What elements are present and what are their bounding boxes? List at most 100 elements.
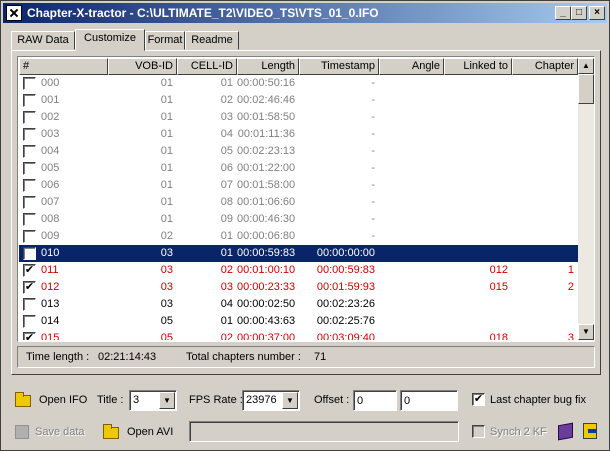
row-checkbox[interactable]: [23, 94, 36, 107]
cell-linked-to: [444, 296, 508, 313]
table-row[interactable]: 007 01 08 00:01:06:60 -: [19, 194, 578, 211]
row-checkbox[interactable]: [23, 128, 36, 141]
exit-door-icon[interactable]: [583, 423, 597, 439]
col-header-length[interactable]: Length: [237, 58, 299, 75]
vertical-scrollbar[interactable]: ▲ ▼: [578, 58, 594, 340]
col-header-vob-id[interactable]: VOB-ID: [108, 58, 177, 75]
total-chapters-value: 71: [314, 351, 327, 363]
save-data-button[interactable]: Save data: [35, 426, 85, 438]
table-row[interactable]: ✔ 015 05 02 00:00:37:00 00:03:09:40 018 3: [19, 330, 578, 340]
cell-number: 013: [41, 298, 60, 310]
offset-input-2[interactable]: [400, 390, 458, 411]
cell-length: 00:00:37:00: [237, 332, 296, 340]
tab-format[interactable]: Format: [145, 31, 185, 50]
tab-readme[interactable]: Readme: [185, 31, 239, 50]
row-checkbox[interactable]: [23, 179, 36, 192]
cell-linked-to: 012: [489, 264, 508, 276]
title-bar[interactable]: Chapter-X-tractor - C:\ULTIMATE_T2\VIDEO…: [3, 3, 607, 23]
cell-linked-to: [444, 75, 508, 92]
cell-vob-id: 05: [160, 332, 173, 340]
offset-input-1[interactable]: [353, 390, 397, 411]
table-row[interactable]: 003 01 04 00:01:11:36 -: [19, 126, 578, 143]
table-row[interactable]: 006 01 07 00:01:58:00 -: [19, 177, 578, 194]
table-row[interactable]: 014 05 01 00:00:43:63 00:02:25:76: [19, 313, 578, 330]
book-icon[interactable]: [558, 422, 573, 441]
last-chapter-bug-fix-checkbox[interactable]: ✔: [472, 393, 485, 406]
col-header-angle[interactable]: Angle: [379, 58, 444, 75]
table-row[interactable]: 002 01 03 00:01:58:50 -: [19, 109, 578, 126]
tab-raw-data[interactable]: RAW Data: [11, 31, 75, 50]
cell-chapter: [512, 177, 574, 194]
row-checkbox[interactable]: [23, 247, 36, 260]
table-row[interactable]: 005 01 06 00:01:22:00 -: [19, 160, 578, 177]
col-header-timestamp[interactable]: Timestamp: [299, 58, 379, 75]
table-row[interactable]: ✔ 012 03 03 00:00:23:33 00:01:59:93 015 2: [19, 279, 578, 296]
row-checkbox[interactable]: [23, 162, 36, 175]
row-checkbox[interactable]: [23, 145, 36, 158]
col-header-cell-id[interactable]: CELL-ID: [177, 58, 237, 75]
title-select[interactable]: 3 ▼: [129, 390, 177, 411]
chevron-down-icon[interactable]: ▼: [159, 392, 175, 409]
cell-linked-to: [444, 194, 508, 211]
save-disk-icon[interactable]: [15, 425, 29, 439]
table-row[interactable]: 001 01 02 00:02:46:46 -: [19, 92, 578, 109]
app-icon[interactable]: [6, 5, 22, 21]
cell-length: 00:00:59:83: [237, 247, 296, 259]
row-checkbox[interactable]: [23, 77, 36, 90]
synch-2-kf-checkbox[interactable]: [472, 425, 485, 438]
cell-length: 00:01:58:50: [237, 111, 296, 123]
open-folder-icon[interactable]: [15, 392, 31, 407]
cell-linked-to: 015: [489, 281, 508, 293]
cell-list[interactable]: # VOB-ID CELL-ID Length Timestamp Angle …: [17, 56, 595, 342]
open-avi-folder-icon[interactable]: [103, 424, 119, 439]
scroll-thumb[interactable]: [578, 74, 594, 104]
cell-chapter: [512, 296, 574, 313]
cell-length: 00:02:46:46: [237, 94, 296, 106]
cell-number: 000: [41, 77, 60, 89]
open-ifo-button[interactable]: Open IFO: [39, 394, 87, 406]
last-chapter-bug-fix-label[interactable]: Last chapter bug fix: [490, 394, 586, 406]
row-checkbox[interactable]: ✔: [23, 264, 36, 277]
table-row[interactable]: 009 02 01 00:00:06:80 -: [19, 228, 578, 245]
cell-timestamp: 00:00:59:83: [316, 264, 375, 276]
table-row[interactable]: 013 03 04 00:00:02:50 00:02:23:26: [19, 296, 578, 313]
chevron-down-icon[interactable]: ▼: [282, 392, 298, 409]
table-row[interactable]: 000 01 01 00:00:50:16 -: [19, 75, 578, 92]
synch-2-kf-label[interactable]: Synch 2 KF: [490, 426, 547, 438]
fps-rate-select[interactable]: 23976 ▼: [242, 390, 300, 411]
col-header-linked-to[interactable]: Linked to: [444, 58, 512, 75]
row-checkbox[interactable]: ✔: [23, 332, 36, 340]
row-checkbox[interactable]: [23, 213, 36, 226]
row-checkbox[interactable]: [23, 298, 36, 311]
cell-cell-id: 06: [220, 162, 233, 174]
row-checkbox[interactable]: [23, 111, 36, 124]
cell-timestamp: -: [371, 111, 375, 123]
cell-angle: [379, 211, 440, 228]
row-checkbox[interactable]: [23, 196, 36, 209]
scroll-down-button[interactable]: ▼: [578, 324, 594, 340]
col-header-chapter[interactable]: Chapter: [512, 58, 578, 75]
open-avi-button[interactable]: Open AVI: [127, 426, 173, 438]
cell-angle: [379, 160, 440, 177]
cell-chapter: [512, 245, 574, 262]
cell-timestamp: 00:03:09:40: [316, 332, 375, 340]
table-row[interactable]: 010 03 01 00:00:59:83 00:00:00:00: [19, 245, 578, 262]
close-button[interactable]: ×: [589, 6, 605, 20]
cell-chapter: [512, 126, 574, 143]
cell-cell-id: 02: [220, 332, 233, 340]
row-checkbox[interactable]: [23, 230, 36, 243]
table-row[interactable]: 008 01 09 00:00:46:30 -: [19, 211, 578, 228]
table-row[interactable]: 004 01 05 00:02:23:13 -: [19, 143, 578, 160]
scroll-up-button[interactable]: ▲: [578, 58, 594, 74]
tab-customize[interactable]: Customize: [75, 29, 145, 51]
minimize-button[interactable]: _: [555, 6, 571, 20]
row-checkbox[interactable]: [23, 315, 36, 328]
avi-path-field[interactable]: [189, 421, 459, 442]
cell-list-viewport: # VOB-ID CELL-ID Length Timestamp Angle …: [19, 58, 578, 340]
cell-number: 011: [41, 264, 59, 276]
time-length-value: 02:21:14:43: [98, 351, 157, 363]
maximize-button[interactable]: □: [571, 6, 587, 20]
col-header-number[interactable]: #: [19, 58, 108, 75]
table-row[interactable]: ✔ 011 03 02 00:01:00:10 00:00:59:83 012 1: [19, 262, 578, 279]
row-checkbox[interactable]: ✔: [23, 281, 36, 294]
